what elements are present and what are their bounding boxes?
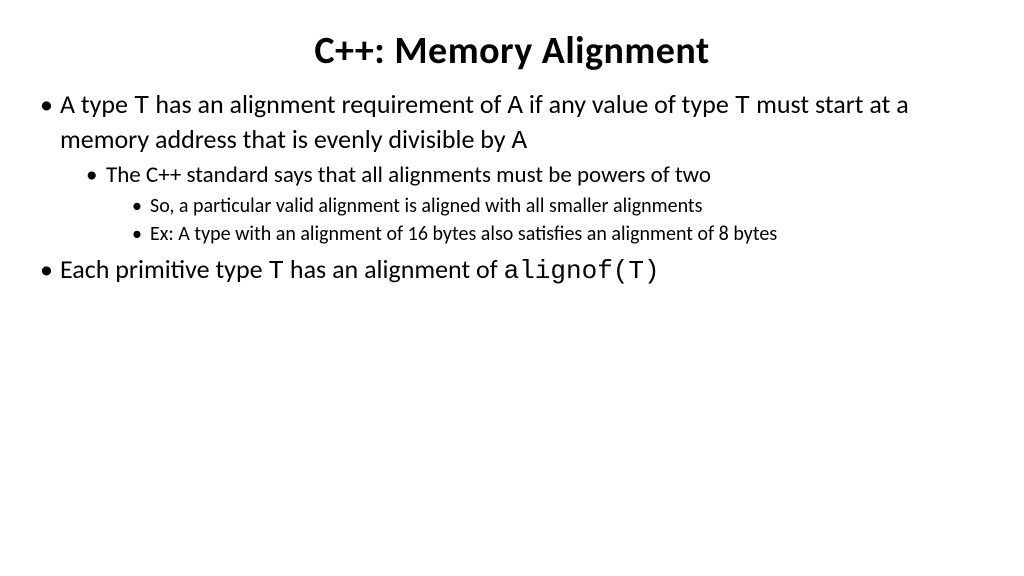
bullet-item-1-1: The C++ standard says that all alignment… <box>84 161 986 247</box>
text-segment: Each primitive type <box>60 253 268 285</box>
sub-sub-bullet-list: So, a particular valid alignment is alig… <box>106 193 986 247</box>
code-segment: alignof(T) <box>504 256 660 286</box>
bullet-item-1-1-2: Ex: A type with an alignment of 16 bytes… <box>130 221 986 247</box>
slide-title: C++: Memory Alignment <box>38 28 986 74</box>
text-segment: if any value of type <box>523 88 735 120</box>
code-segment: T <box>735 91 751 121</box>
code-segment: A <box>511 126 527 156</box>
bullet-item-1-1-1: So, a particular valid alignment is alig… <box>130 193 986 219</box>
text-segment: A type <box>60 88 134 120</box>
code-segment: A <box>507 91 523 121</box>
text-segment: has an alignment requirement of <box>149 88 507 120</box>
code-segment: T <box>134 91 150 121</box>
bullet-list: A type T has an alignment requirement of… <box>38 88 986 287</box>
code-segment: T <box>268 256 284 286</box>
text-segment: The C++ standard says that all alignment… <box>106 161 711 189</box>
sub-bullet-list: The C++ standard says that all alignment… <box>60 161 986 247</box>
bullet-item-2: Each primitive type T has an alignment o… <box>38 253 986 288</box>
text-segment: has an alignment of <box>284 253 504 285</box>
bullet-item-1: A type T has an alignment requirement of… <box>38 88 986 247</box>
